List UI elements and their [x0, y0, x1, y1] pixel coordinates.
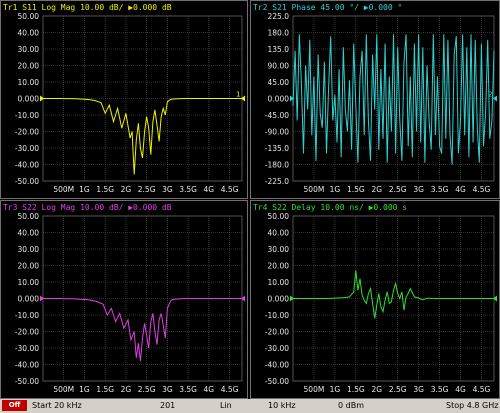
y-tick-label: -10.00: [15, 311, 39, 320]
reference-label: 1: [236, 91, 240, 99]
x-tick-label: 4G: [455, 385, 466, 394]
status-stop[interactable]: Stop 4.8 GHz: [446, 401, 498, 410]
trace-panel-tr2[interactable]: Tr2 S21 Phase 45.00 °/ ▶0.000 °225.0 180.…: [250, 0, 500, 199]
y-tick-label: -225.0: [265, 177, 289, 186]
y-tick-label: -10.00: [265, 311, 289, 320]
y-tick-label: 30.00: [18, 45, 40, 54]
y-tick-label: 45.00: [268, 78, 290, 87]
y-tick-label: 40.00: [268, 229, 290, 238]
x-tick-label: 1.5G: [347, 385, 365, 394]
x-tick-label: 3G: [162, 185, 173, 194]
x-tick-label: 2G: [371, 385, 382, 394]
y-tick-label: 0.000: [268, 295, 290, 304]
y-tick-label: -135.0: [265, 144, 289, 153]
x-tick-label: 4.5G: [221, 185, 239, 194]
status-points[interactable]: 201: [160, 401, 175, 410]
x-tick-label: 3.5G: [179, 385, 197, 394]
y-tick-label: 40.00: [18, 29, 40, 38]
y-tick-label: -20.00: [15, 128, 39, 137]
y-tick-label: 20.00: [18, 262, 40, 271]
x-tick-label: 1.5G: [96, 185, 114, 194]
x-tick-label: 500M: [304, 185, 325, 194]
vna-screen: Tr1 S11 Log Mag 10.00 dB/ ▶0.000 dB 50.00…: [0, 0, 500, 413]
y-tick-label: -30.00: [15, 344, 39, 353]
x-tick-label: 1G: [79, 185, 90, 194]
trace-title[interactable]: Tr1 S11 Log Mag 10.00 dB/ ▶0.000 dB: [3, 3, 172, 12]
y-tick-label: -50.00: [15, 177, 39, 186]
y-tick-label: -20.00: [15, 328, 39, 337]
x-tick-label: 2.5G: [138, 185, 156, 194]
y-tick-label: 30.00: [268, 245, 290, 254]
x-tick-label: 4G: [455, 185, 466, 194]
y-tick-label: 50.00: [268, 212, 290, 221]
trace-panel-tr3[interactable]: Tr3 S22 Log Mag 10.00 dB/ ▶0.000 dB50.00…: [0, 200, 248, 399]
y-tick-label: 90.00: [268, 62, 290, 71]
x-tick-label: 4G: [204, 385, 215, 394]
y-tick-label: 40.00: [18, 229, 40, 238]
trace-plots: Tr1 S11 Log Mag 10.00 dB/ ▶0.000 dB50.00…: [0, 0, 500, 399]
x-tick-label: 4G: [204, 185, 215, 194]
x-tick-label: 2G: [371, 185, 382, 194]
trace-title[interactable]: Tr2 S21 Phase 45.00 °/ ▶0.000 °: [253, 3, 402, 12]
y-tick-label: -90.00: [265, 128, 289, 137]
trace-title[interactable]: Tr4 S22 Delay 10.00 ns/ ▶0.000 s: [253, 203, 407, 212]
y-tick-label: 0.000: [18, 95, 40, 104]
x-tick-label: 500M: [53, 385, 74, 394]
x-tick-label: 1G: [330, 385, 341, 394]
x-tick-label: 3.5G: [431, 185, 449, 194]
y-tick-label: 50.00: [18, 12, 40, 21]
x-tick-label: 4.5G: [473, 185, 491, 194]
y-tick-label: -50.00: [15, 377, 39, 386]
status-bar: Off Start 20 kHz 201 Lin 10 kHz 0 dBm St…: [0, 399, 500, 413]
x-tick-label: 3G: [413, 185, 424, 194]
y-tick-label: -180.0: [265, 161, 289, 170]
y-tick-label: -40.00: [265, 361, 289, 370]
x-tick-label: 2G: [121, 385, 132, 394]
x-tick-label: 500M: [53, 185, 74, 194]
x-tick-label: 4.5G: [473, 385, 491, 394]
y-tick-label: -30.00: [265, 344, 289, 353]
y-tick-label: -30.00: [15, 144, 39, 153]
y-tick-label: -50.00: [265, 377, 289, 386]
x-tick-label: 2G: [121, 185, 132, 194]
y-tick-label: 0.000: [18, 295, 40, 304]
y-tick-label: 180.0: [268, 29, 290, 38]
x-tick-label: 1.5G: [347, 185, 365, 194]
x-tick-label: 3.5G: [179, 185, 197, 194]
status-power[interactable]: 0 dBm: [338, 401, 364, 410]
y-tick-label: -40.00: [15, 161, 39, 170]
y-tick-label: 50.00: [18, 212, 40, 221]
y-tick-label: -45.00: [265, 111, 289, 120]
x-tick-label: 1G: [330, 185, 341, 194]
x-tick-label: 3.5G: [431, 385, 449, 394]
status-mode-badge[interactable]: Off: [2, 400, 27, 411]
x-tick-label: 2.5G: [389, 385, 407, 394]
y-tick-label: -10.00: [15, 111, 39, 120]
y-tick-label: 10.00: [18, 78, 40, 87]
y-tick-label: 10.00: [18, 278, 40, 287]
y-tick-label: -20.00: [265, 328, 289, 337]
y-tick-label: -40.00: [15, 361, 39, 370]
status-ifbw[interactable]: 10 kHz: [268, 401, 296, 410]
x-tick-label: 4.5G: [221, 385, 239, 394]
y-tick-label: 135.0: [268, 45, 290, 54]
x-tick-label: 3G: [413, 385, 424, 394]
x-tick-label: 3G: [162, 385, 173, 394]
x-tick-label: 2.5G: [138, 385, 156, 394]
y-tick-label: 10.00: [268, 278, 290, 287]
y-tick-label: 0.000: [268, 95, 290, 104]
y-tick-label: 225.0: [268, 12, 290, 21]
y-tick-label: 20.00: [268, 262, 290, 271]
x-tick-label: 1G: [79, 385, 90, 394]
status-start[interactable]: Start 20 kHz: [32, 401, 82, 410]
x-tick-label: 2.5G: [389, 185, 407, 194]
trace-panel-tr1[interactable]: Tr1 S11 Log Mag 10.00 dB/ ▶0.000 dB50.00…: [0, 0, 248, 199]
trace-title[interactable]: Tr3 S22 Log Mag 10.00 dB/ ▶0.000 dB: [3, 203, 172, 212]
x-tick-label: 500M: [304, 385, 325, 394]
x-tick-label: 1.5G: [96, 385, 114, 394]
y-tick-label: 20.00: [18, 62, 40, 71]
status-sweep-type[interactable]: Lin: [220, 401, 232, 410]
trace-panel-tr4[interactable]: Tr4 S22 Delay 10.00 ns/ ▶0.000 s50.00 40.…: [250, 200, 500, 399]
y-tick-label: 30.00: [18, 245, 40, 254]
